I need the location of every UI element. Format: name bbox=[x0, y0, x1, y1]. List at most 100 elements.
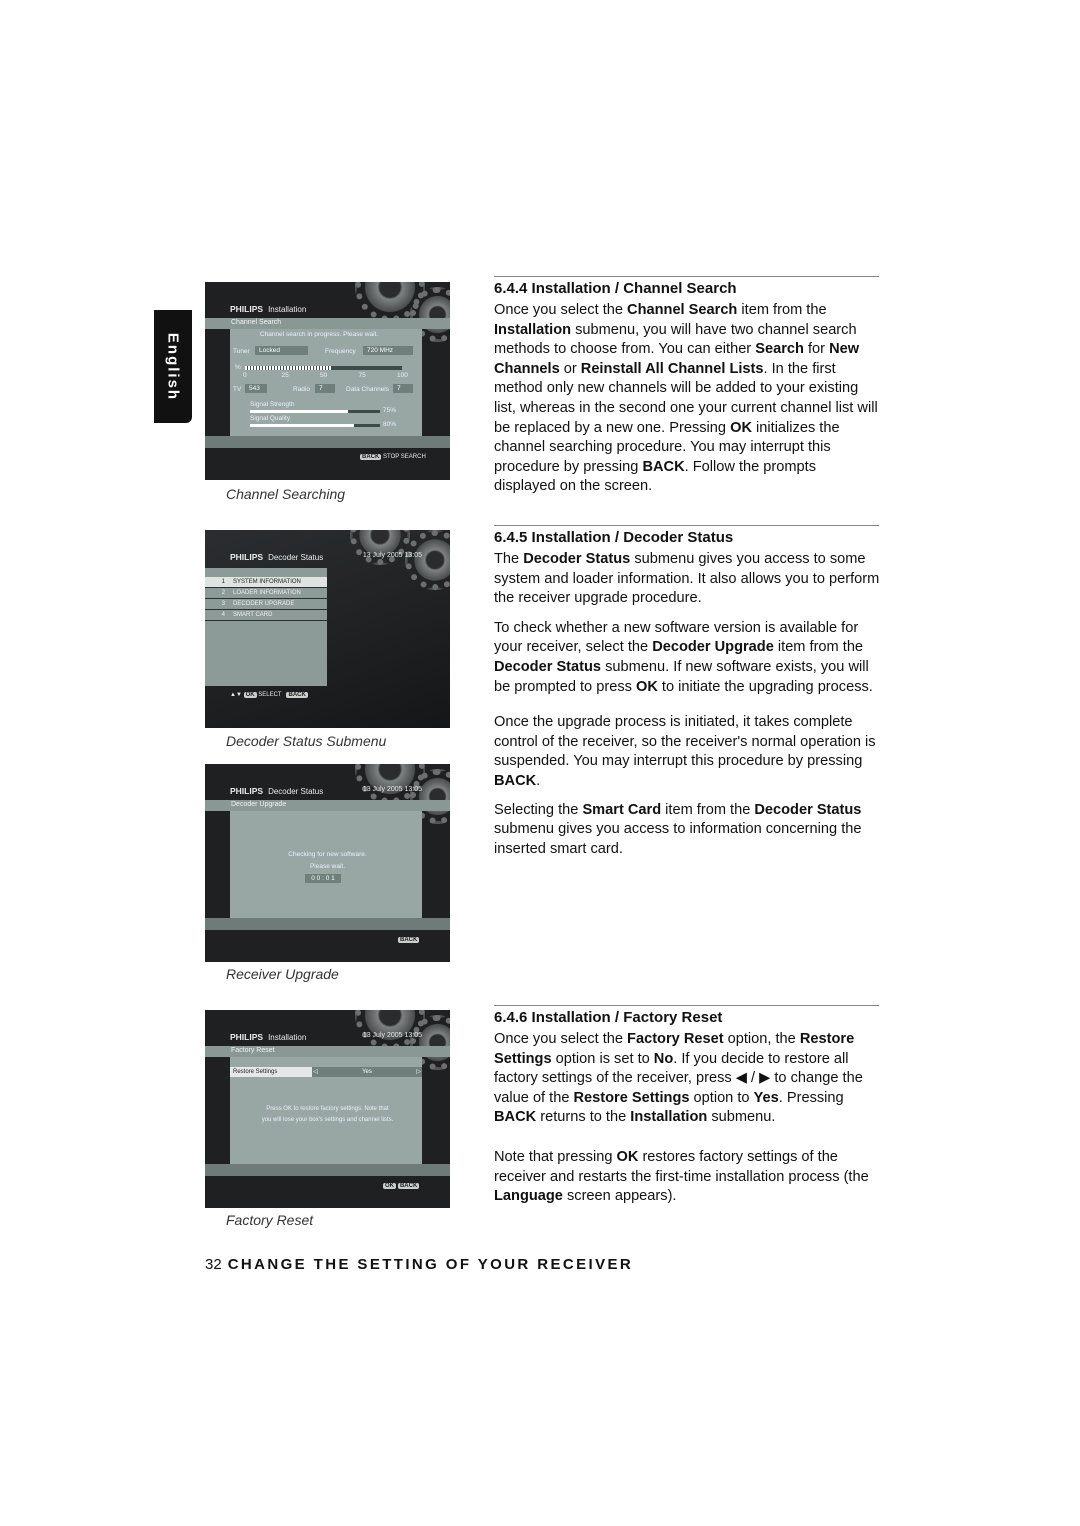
bold-term: BACK bbox=[494, 1109, 537, 1126]
text-run: Once the upgrade process is initiated, i… bbox=[494, 714, 876, 770]
page-footer: 32 CHANGE THE SETTING OF YOUR RECEIVER bbox=[205, 1256, 633, 1273]
back-key: BACK bbox=[360, 454, 382, 460]
checking-message: Checking for new software. bbox=[288, 851, 367, 858]
date-time: 13 July 2005 13:05 bbox=[362, 552, 422, 559]
text-run: item from the bbox=[737, 302, 827, 318]
search-progress-bar bbox=[245, 366, 402, 370]
bold-term: BACK bbox=[494, 772, 537, 789]
right-arrow-icon[interactable]: ▷ bbox=[416, 1067, 421, 1077]
progress-tick: 75 bbox=[358, 372, 366, 379]
paragraph: To check whether a new software version … bbox=[494, 619, 880, 697]
text-run: option, the bbox=[723, 1031, 800, 1047]
menu-item[interactable]: 1 SYSTEM INFORMATION bbox=[205, 577, 327, 588]
bold-term: Factory Reset bbox=[627, 1031, 724, 1047]
tuner-label: Tuner bbox=[233, 348, 250, 355]
bold-term: OK bbox=[730, 419, 752, 436]
item-label: LOADER INFORMATION bbox=[233, 590, 301, 596]
bold-term: Reinstall All Channel Lists bbox=[580, 360, 764, 377]
factory-reset-screenshot: PHILIPS Installation 13 July 2005 13:05 F… bbox=[205, 1010, 450, 1208]
menu-item[interactable]: 2 LOADER INFORMATION bbox=[205, 588, 327, 599]
radio-count: 7 bbox=[315, 384, 335, 393]
date-time: 13 July 2005 13:05 bbox=[362, 786, 422, 793]
text-run: option to bbox=[689, 1089, 754, 1106]
text-run: The bbox=[494, 551, 524, 567]
section-body-channel-search: Once you select the Channel Search item … bbox=[494, 301, 880, 506]
section-heading-factory-reset: 6.4.6 Installation / Factory Reset bbox=[494, 1005, 879, 1026]
restore-settings-selector[interactable]: ◁ Yes ▷ bbox=[312, 1067, 422, 1077]
bold-term: Yes bbox=[753, 1089, 779, 1106]
up-down-arrows-icon: ▲▼ bbox=[230, 692, 242, 698]
menu-item[interactable]: 4 SMART CARD bbox=[205, 610, 327, 621]
brand-logo: PHILIPS bbox=[230, 304, 264, 314]
paragraph: Once you select the Channel Search item … bbox=[494, 301, 880, 497]
page-number: 32 bbox=[205, 1256, 222, 1273]
item-number: 4 bbox=[221, 612, 225, 618]
signal-strength-value: 75% bbox=[383, 407, 397, 414]
ok-key: OK bbox=[383, 1183, 396, 1189]
language-tab: English bbox=[154, 310, 192, 423]
text-run: screen appears). bbox=[562, 1188, 677, 1205]
bold-term: Decoder Upgrade bbox=[652, 639, 774, 656]
reset-warning-line2: you will lose your box's settings and ch… bbox=[261, 1117, 394, 1123]
brand-logo: PHILIPS bbox=[230, 552, 264, 562]
data-channels-label: Data Channels bbox=[346, 386, 389, 393]
frequency-value: 720 MHz bbox=[363, 346, 413, 355]
left-arrow-icon[interactable]: ◁ bbox=[313, 1067, 318, 1077]
radio-label: Radio bbox=[293, 386, 310, 393]
caption: Factory Reset bbox=[226, 1212, 314, 1228]
section-heading-decoder-status: 6.4.5 Installation / Decoder Status bbox=[494, 525, 879, 546]
signal-quality-bar bbox=[250, 424, 380, 427]
bold-term: Decoder Status bbox=[494, 658, 602, 675]
select-label: SELECT bbox=[258, 692, 282, 698]
submenu-title: Decoder Upgrade bbox=[231, 801, 287, 808]
menu-title: Installation bbox=[268, 1033, 307, 1042]
bold-term: Installation bbox=[494, 321, 572, 338]
restore-settings-label: Restore Settings bbox=[230, 1067, 312, 1077]
text-run: Once you select the bbox=[494, 302, 628, 318]
text-run: or bbox=[559, 360, 581, 377]
channel-search-screenshot: PHILIPS Installation Channel Search Chann… bbox=[205, 282, 450, 480]
bold-term: OK bbox=[635, 678, 658, 695]
progress-tick: 50 bbox=[320, 372, 328, 379]
caption: Receiver Upgrade bbox=[226, 966, 339, 982]
text-run: Note that pressing bbox=[494, 1148, 617, 1165]
back-key: BACK bbox=[286, 692, 308, 698]
frequency-label: Frequency bbox=[325, 348, 356, 355]
bold-term: BACK bbox=[642, 458, 685, 475]
text-run: . Pressing bbox=[778, 1089, 844, 1106]
item-number: 2 bbox=[221, 590, 225, 596]
bold-term: Smart Card bbox=[582, 801, 662, 818]
decoder-menu: 1 SYSTEM INFORMATION 2 LOADER INFORMATION 3 D… bbox=[205, 577, 327, 621]
text-run: item from the bbox=[773, 639, 864, 656]
submenu-title: Factory Reset bbox=[231, 1047, 275, 1054]
text-run: returns to the bbox=[536, 1109, 631, 1126]
paragraph: Selecting the Smart Card item from the D… bbox=[494, 801, 880, 860]
back-key: BACK bbox=[398, 937, 420, 943]
caption: Decoder Status Submenu bbox=[226, 733, 387, 749]
submenu-title: Channel Search bbox=[231, 319, 282, 326]
progress-tick: 25 bbox=[281, 372, 289, 379]
brand-logo: PHILIPS bbox=[230, 1032, 264, 1042]
wait-message: Please wait. bbox=[309, 863, 346, 870]
paragraph: Note that pressing OK restores factory s… bbox=[494, 1148, 880, 1207]
signal-quality-label: Signal Quality bbox=[250, 415, 291, 422]
text-run: to initiate the upgrading process. bbox=[657, 678, 873, 695]
reset-warning-line1: Press OK to restore factory settings. No… bbox=[266, 1106, 389, 1112]
tuner-value: Locked bbox=[255, 346, 308, 355]
text-run: item from the bbox=[661, 801, 755, 818]
percent-label: % bbox=[235, 364, 241, 371]
signal-strength-label: Signal Strength bbox=[250, 401, 295, 408]
date-time: 13 July 2005 13:05 bbox=[362, 1032, 422, 1039]
status-text: Channel search in progress. Please wait. bbox=[260, 331, 379, 338]
item-label: SMART CARD bbox=[233, 612, 273, 618]
menu-title: Decoder Status bbox=[268, 553, 324, 562]
item-number: 1 bbox=[221, 579, 225, 585]
progress-tick: 0 bbox=[243, 372, 247, 379]
bold-term: Search bbox=[755, 341, 804, 358]
menu-item[interactable]: 3 DECODER UPGRADE bbox=[205, 599, 327, 610]
text-run: Once you select the bbox=[494, 1031, 628, 1047]
bold-term: OK bbox=[616, 1148, 639, 1165]
bold-term: Decoder Status bbox=[754, 801, 862, 818]
paragraph: Once you select the Factory Reset option… bbox=[494, 1030, 880, 1128]
data-channels-count: 7 bbox=[393, 384, 413, 393]
